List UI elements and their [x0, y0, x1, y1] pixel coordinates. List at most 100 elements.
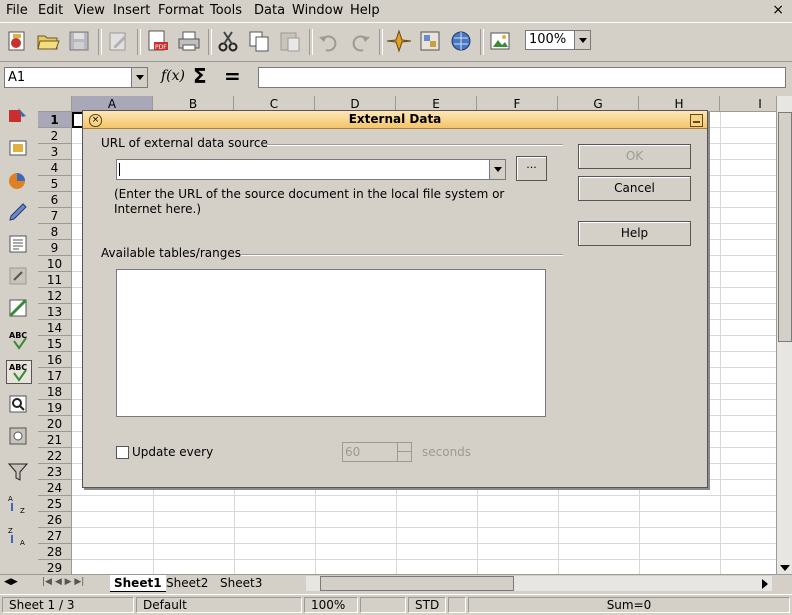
insert-image-icon[interactable] — [488, 29, 512, 53]
menu-tools[interactable]: Tools — [210, 3, 242, 18]
form-controls-icon[interactable] — [6, 136, 32, 160]
find-icon[interactable] — [6, 392, 32, 416]
tab-sheet1[interactable]: Sheet1 — [110, 575, 166, 592]
undo-icon[interactable] — [317, 29, 341, 53]
new-document-icon[interactable] — [5, 29, 29, 53]
autofilter-icon[interactable] — [6, 460, 32, 484]
row-header[interactable]: 11 — [38, 272, 72, 288]
export-pdf-icon[interactable]: PDF — [145, 29, 169, 53]
row-header[interactable]: 10 — [38, 256, 72, 272]
show-draw-functions-icon[interactable] — [6, 104, 32, 128]
row-header[interactable]: 8 — [38, 224, 72, 240]
help-button[interactable]: Help — [578, 221, 691, 246]
row-header[interactable]: 9 — [38, 240, 72, 256]
row-header[interactable]: 26 — [38, 512, 72, 528]
update-every-label[interactable]: Update every — [132, 445, 213, 459]
row-header[interactable]: 6 — [38, 192, 72, 208]
data-sources-icon[interactable] — [449, 29, 473, 53]
name-box[interactable]: A1 — [4, 67, 148, 88]
function-equals-icon[interactable]: = — [224, 64, 241, 88]
chevron-down-icon[interactable] — [489, 160, 505, 179]
selection-mode[interactable]: STD — [408, 597, 446, 613]
cancel-button[interactable]: Cancel — [578, 176, 691, 201]
zoom-combobox[interactable]: 100% — [525, 30, 591, 50]
copy-icon[interactable] — [247, 29, 271, 53]
row-header[interactable]: 12 — [38, 288, 72, 304]
navigator-panel-icon[interactable] — [6, 424, 32, 448]
row-header[interactable]: 17 — [38, 368, 72, 384]
row-header[interactable]: 20 — [38, 416, 72, 432]
row-header[interactable]: 29 — [38, 560, 72, 574]
tab-sheet3[interactable]: Sheet3 — [220, 575, 262, 591]
cut-icon[interactable] — [216, 29, 240, 53]
url-combobox[interactable] — [116, 159, 506, 180]
row-header[interactable]: 16 — [38, 352, 72, 368]
sort-ascending-icon[interactable]: AZ — [6, 492, 32, 516]
menu-format[interactable]: Format — [158, 3, 204, 18]
row-header[interactable]: 14 — [38, 320, 72, 336]
ok-button[interactable]: OK — [578, 144, 691, 169]
row-header[interactable]: 3 — [38, 144, 72, 160]
wand-icon[interactable] — [6, 264, 32, 288]
paste-icon[interactable] — [278, 29, 302, 53]
row-header[interactable]: 19 — [38, 400, 72, 416]
row-header[interactable]: 15 — [38, 336, 72, 352]
zoom-status[interactable]: 100% — [304, 597, 358, 613]
browse-button[interactable]: ... — [516, 156, 547, 181]
page-style[interactable]: Default — [136, 597, 302, 613]
image-edit-icon[interactable] — [6, 296, 32, 320]
row-header[interactable]: 5 — [38, 176, 72, 192]
row-header[interactable]: 4 — [38, 160, 72, 176]
horizontal-scrollbar[interactable] — [306, 576, 772, 591]
minimize-icon[interactable] — [690, 114, 703, 127]
seconds-spinbox[interactable]: 60 — [342, 442, 412, 462]
scroll-down-icon[interactable] — [780, 565, 790, 571]
spin-down-icon[interactable] — [397, 452, 411, 461]
row-header[interactable]: 21 — [38, 432, 72, 448]
sort-descending-icon[interactable]: ZA — [6, 524, 32, 548]
scroll-left-icon[interactable]: ◀▶ — [4, 577, 18, 587]
row-header[interactable]: 18 — [38, 384, 72, 400]
row-header[interactable]: 24 — [38, 480, 72, 496]
dialog-titlebar[interactable]: × External Data — [83, 111, 707, 129]
row-header[interactable]: 27 — [38, 528, 72, 544]
insert-mode[interactable] — [360, 597, 406, 613]
chevron-down-icon[interactable] — [131, 68, 147, 87]
spellcheck-icon[interactable]: ABC — [6, 328, 32, 352]
print-icon[interactable] — [177, 29, 201, 53]
autospellcheck-icon[interactable]: ABC — [6, 360, 32, 384]
text-document-icon[interactable] — [6, 232, 32, 256]
row-header[interactable]: 2 — [38, 128, 72, 144]
navigator-icon[interactable] — [386, 29, 412, 53]
gallery-icon[interactable] — [418, 29, 442, 53]
edit-file-icon[interactable] — [106, 29, 130, 53]
menu-data[interactable]: Data — [254, 3, 285, 18]
open-folder-icon[interactable] — [36, 29, 60, 53]
menu-view[interactable]: View — [74, 3, 105, 18]
spin-up-icon[interactable] — [397, 443, 411, 452]
menu-file[interactable]: File — [6, 3, 28, 18]
menu-help[interactable]: Help — [350, 3, 380, 18]
function-wizard-icon[interactable]: f(x) — [161, 68, 185, 84]
tab-navigation-icon[interactable]: |◀ ◀ ▶ ▶| — [42, 577, 84, 587]
vertical-scroll-thumb[interactable] — [778, 112, 792, 342]
save-icon[interactable] — [67, 29, 91, 53]
vertical-scrollbar[interactable] — [776, 96, 792, 574]
row-header[interactable]: 25 — [38, 496, 72, 512]
redo-icon[interactable] — [348, 29, 372, 53]
row-header[interactable]: 7 — [38, 208, 72, 224]
edit-points-icon[interactable] — [6, 200, 32, 224]
close-document-icon[interactable]: × — [772, 2, 784, 18]
row-header[interactable]: 23 — [38, 464, 72, 480]
column-header[interactable]: I — [720, 96, 776, 112]
scroll-right-icon[interactable] — [762, 579, 768, 589]
tab-sheet2[interactable]: Sheet2 — [166, 575, 208, 591]
formula-input[interactable] — [258, 67, 786, 88]
update-every-checkbox[interactable] — [116, 446, 129, 459]
insert-object-icon[interactable] — [6, 168, 32, 192]
menu-window[interactable]: Window — [292, 3, 343, 18]
row-header[interactable]: 1 — [38, 112, 72, 128]
row-header[interactable]: 13 — [38, 304, 72, 320]
chevron-down-icon[interactable] — [574, 31, 590, 49]
menu-edit[interactable]: Edit — [38, 3, 63, 18]
